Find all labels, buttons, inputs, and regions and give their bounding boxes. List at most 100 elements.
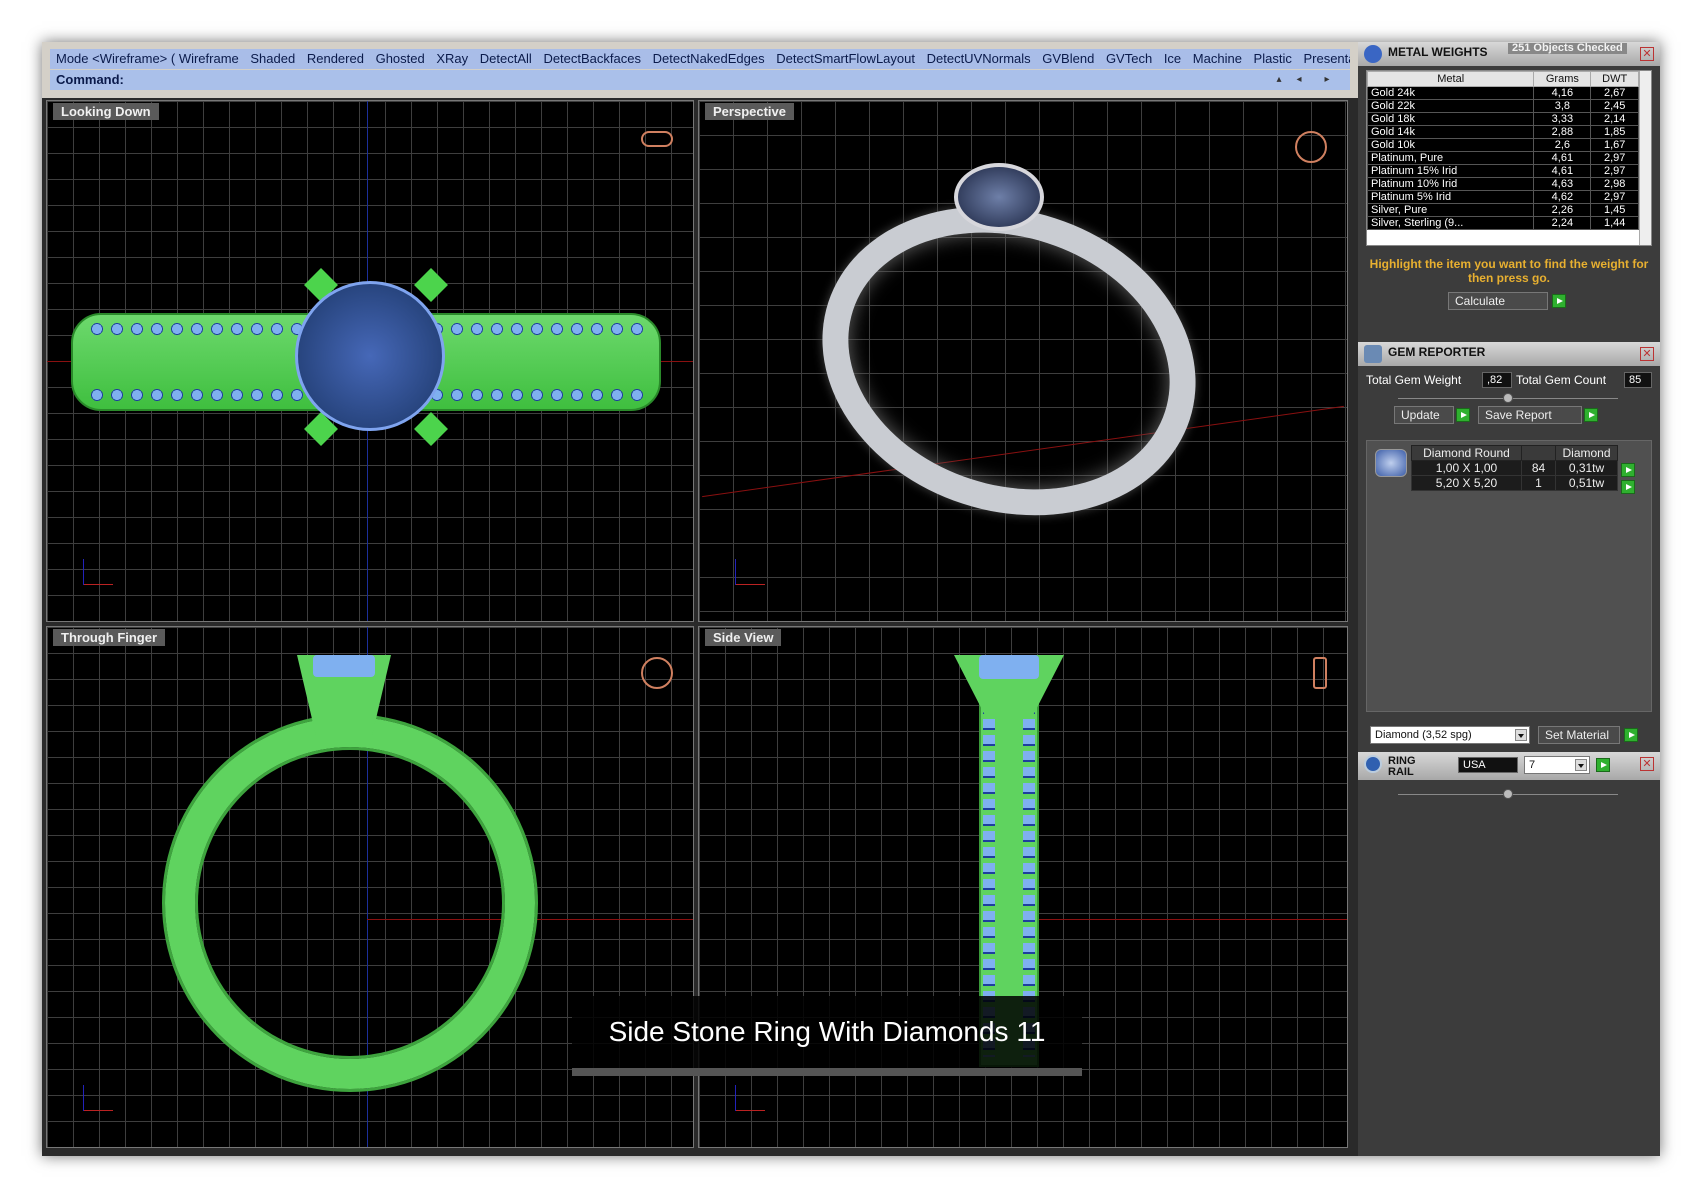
column-header [1521, 445, 1556, 461]
close-icon[interactable]: ✕ [1640, 347, 1654, 361]
table-row[interactable]: Platinum 5% Irid 4,62 2,97 [1367, 190, 1639, 204]
mode-item[interactable]: Machine [1193, 51, 1242, 66]
mode-item[interactable]: Shaded [250, 51, 295, 66]
gem-slider-knob[interactable] [1503, 393, 1513, 403]
table-row[interactable]: Platinum, Pure 4,61 2,97 [1367, 151, 1639, 165]
table-scrollbar[interactable] [1639, 71, 1651, 245]
ring-rail-title: RING RAIL [1388, 755, 1416, 778]
table-row[interactable]: Silver, Pure 2,26 1,45 [1367, 203, 1639, 217]
viewport-label: Looking Down [53, 103, 159, 120]
set-material-go-icon[interactable] [1624, 728, 1638, 742]
chevron-down-icon[interactable] [1575, 759, 1587, 771]
view-orientation-icon [1295, 131, 1327, 163]
gem-reporter-header: GEM REPORTER ✕ [1358, 342, 1660, 366]
calculate-dropdown[interactable]: Calculate [1448, 292, 1548, 310]
mode-item[interactable]: XRay [436, 51, 468, 66]
metal-weights-header: METAL WEIGHTS 251 Objects Checked ✕ [1358, 42, 1660, 66]
mode-item[interactable]: GVTech [1106, 51, 1152, 66]
command-bar: Mode <Wireframe> ( Wireframe Shaded Rend… [42, 42, 1358, 98]
objects-checked-status: 251 Objects Checked [1508, 43, 1627, 54]
viewport-looking-down[interactable]: Looking Down [46, 100, 694, 622]
metal-name: Gold 10k [1367, 138, 1535, 152]
table-row[interactable]: Gold 24k 4,16 2,67 [1367, 86, 1639, 100]
table-row[interactable]: Gold 18k 3,33 2,14 [1367, 112, 1639, 126]
gem-report-list[interactable]: Diamond Round Diamond 1,00 X 1,00 84 0,3… [1366, 440, 1652, 712]
video-caption: Side Stone Ring With Diamonds 11 [572, 996, 1082, 1068]
center-stone [979, 655, 1039, 679]
ring-rail-icon [1364, 755, 1382, 773]
ring-rail-go-icon[interactable] [1596, 758, 1610, 772]
ring-rail-slider-knob[interactable] [1503, 789, 1513, 799]
grams-value: 4,61 [1533, 164, 1592, 178]
row-go-icon[interactable] [1621, 463, 1635, 477]
material-select-value: Diamond (3,52 spg) [1375, 729, 1472, 741]
mode-item[interactable]: DetectSmartFlowLayout [776, 51, 915, 66]
dwt-value: 2,98 [1590, 177, 1639, 191]
column-header[interactable]: Grams [1533, 71, 1592, 87]
mode-item[interactable]: GVBlend [1042, 51, 1094, 66]
center-stone [295, 281, 445, 431]
metal-name: Gold 18k [1367, 112, 1535, 126]
mode-item[interactable]: DetectBackfaces [543, 51, 641, 66]
chevron-down-icon[interactable] [1515, 729, 1527, 741]
table-row[interactable]: 5,20 X 5,20 1 0,51tw [1411, 475, 1618, 491]
mode-item[interactable]: Mode <Wireframe> ( Wireframe [56, 51, 239, 66]
dwt-value: 1,45 [1590, 203, 1639, 217]
mode-item[interactable]: Presentation [1303, 51, 1350, 66]
gem-reporter-icon [1364, 345, 1382, 363]
scroll-left-icon[interactable]: ◂ [1290, 70, 1308, 90]
table-row[interactable]: Gold 22k 3,8 2,45 [1367, 99, 1639, 113]
table-row[interactable]: Silver, Sterling (9... 2,24 1,44 [1367, 216, 1639, 230]
mode-item[interactable]: Plastic [1254, 51, 1292, 66]
column-header[interactable]: Metal [1367, 71, 1535, 87]
update-go-icon[interactable] [1456, 408, 1470, 422]
metal-weights-table[interactable]: Metal Grams DWT Gold 24k 4,16 2,67 Gold 22… [1366, 70, 1652, 246]
ring-size-select[interactable]: 7 [1524, 756, 1590, 774]
metal-weights-title: METAL WEIGHTS [1388, 45, 1488, 59]
metal-weights-icon [1364, 45, 1382, 63]
axis-gizmo-icon [83, 551, 117, 585]
total-gem-weight-label: Total Gem Weight [1366, 373, 1462, 387]
grams-value: 4,16 [1533, 86, 1592, 100]
table-row[interactable]: Platinum 15% Irid 4,61 2,97 [1367, 164, 1639, 178]
mode-item[interactable]: DetectNakedEdges [653, 51, 765, 66]
viewport-perspective[interactable]: Perspective [698, 100, 1348, 622]
column-header[interactable]: DWT [1590, 71, 1639, 87]
ring-size-region[interactable]: USA [1458, 757, 1518, 773]
calculate-go-icon[interactable] [1552, 294, 1566, 308]
display-mode-bar[interactable]: Mode <Wireframe> ( Wireframe Shaded Rend… [50, 49, 1350, 69]
grams-value: 2,26 [1533, 203, 1592, 217]
save-report-button[interactable]: Save Report [1478, 406, 1582, 424]
update-button[interactable]: Update [1394, 406, 1454, 424]
scroll-right-icon[interactable]: ▸ [1318, 70, 1336, 90]
close-icon[interactable]: ✕ [1640, 47, 1654, 61]
ring-rail-header: RING RAIL USA 7 ✕ [1358, 752, 1660, 780]
spin-arrows-icon[interactable]: ▴ [1270, 70, 1288, 90]
center-stone-render [954, 163, 1044, 231]
set-material-label: Set Material [1545, 728, 1610, 742]
table-row[interactable]: Gold 10k 2,6 1,67 [1367, 138, 1639, 152]
command-input[interactable]: Command: [50, 70, 1350, 90]
row-go-icon[interactable] [1621, 480, 1635, 494]
set-material-button[interactable]: Set Material [1538, 726, 1620, 744]
view-orientation-icon [641, 657, 673, 689]
save-report-go-icon[interactable] [1584, 408, 1598, 422]
close-icon[interactable]: ✕ [1640, 757, 1654, 771]
mode-item[interactable]: DetectUVNormals [927, 51, 1031, 66]
stone-count: 1 [1521, 475, 1556, 491]
dwt-value: 2,97 [1590, 190, 1639, 204]
mode-item[interactable]: Ghosted [376, 51, 425, 66]
material-select[interactable]: Diamond (3,52 spg) [1370, 726, 1530, 744]
grams-value: 3,33 [1533, 112, 1592, 126]
mode-item[interactable]: Ice [1164, 51, 1181, 66]
mode-item[interactable]: DetectAll [480, 51, 532, 66]
table-row[interactable]: Platinum 10% Irid 4,63 2,98 [1367, 177, 1639, 191]
table-row[interactable]: Gold 14k 2,88 1,85 [1367, 125, 1639, 139]
view-orientation-icon [641, 131, 673, 147]
mode-item[interactable]: Rendered [307, 51, 364, 66]
app-window: Mode <Wireframe> ( Wireframe Shaded Rend… [42, 42, 1660, 1156]
gem-report-table[interactable]: Diamond Round Diamond 1,00 X 1,00 84 0,3… [1411, 445, 1618, 491]
ring-band-wireframe [165, 717, 535, 1089]
grams-value: 4,61 [1533, 151, 1592, 165]
table-row[interactable]: 1,00 X 1,00 84 0,31tw [1411, 460, 1618, 476]
